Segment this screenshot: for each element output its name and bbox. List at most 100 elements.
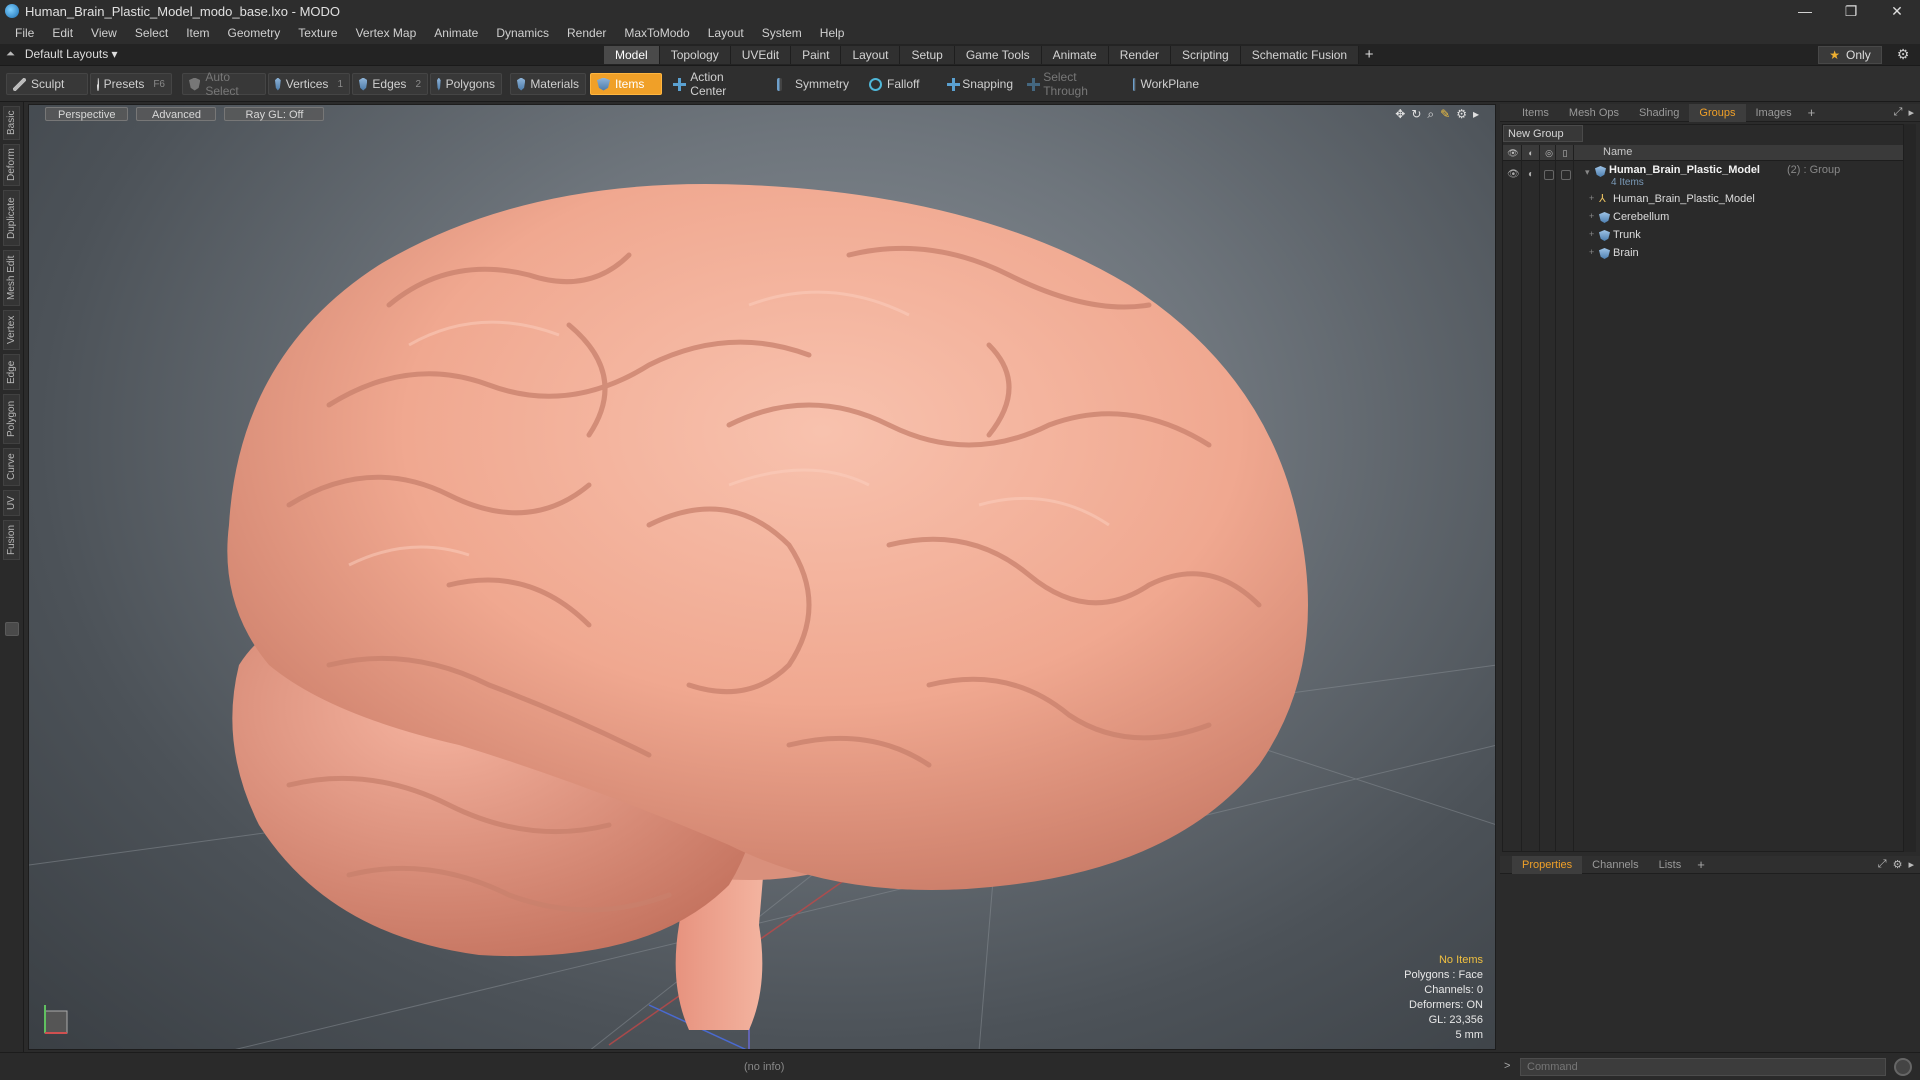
- list-item[interactable]: + Brain: [1503, 245, 1903, 263]
- items-button[interactable]: Items: [590, 73, 662, 95]
- group-row[interactable]: 👁 ◐ ▾ Human_Brain_Plastic_Model (2) : Gr…: [1503, 163, 1903, 189]
- tab-mesh-ops[interactable]: Mesh Ops: [1559, 104, 1629, 122]
- tab-paint[interactable]: Paint: [791, 46, 842, 64]
- tab-polygon[interactable]: Polygon: [3, 394, 20, 444]
- groups-scrollbar[interactable]: [1904, 124, 1916, 852]
- edges-button[interactable]: Edges 2: [352, 73, 428, 95]
- falloff-button[interactable]: Falloff: [862, 73, 938, 95]
- menu-system[interactable]: System: [753, 26, 811, 40]
- add-panel-tab-button[interactable]: +: [1802, 104, 1822, 122]
- panel-toggle-button[interactable]: [5, 622, 19, 636]
- raygl-toggle[interactable]: Ray GL: Off: [224, 107, 325, 121]
- pan-icon[interactable]: ✥: [1395, 107, 1405, 122]
- menu-maxtomodo[interactable]: MaxToModo: [615, 26, 698, 40]
- tab-model[interactable]: Model: [604, 46, 660, 64]
- list-item[interactable]: + Cerebellum: [1503, 209, 1903, 227]
- menu-vertex-map[interactable]: Vertex Map: [347, 26, 426, 40]
- menu-file[interactable]: File: [6, 26, 43, 40]
- visibility-eye-icon[interactable]: 👁: [1507, 147, 1519, 159]
- menu-select[interactable]: Select: [126, 26, 177, 40]
- close-button[interactable]: ✕: [1874, 0, 1920, 22]
- tab-render[interactable]: Render: [1108, 46, 1172, 64]
- polygons-button[interactable]: Polygons: [430, 73, 502, 95]
- tab-groups[interactable]: Groups: [1689, 103, 1746, 122]
- tab-deform[interactable]: Deform: [3, 144, 20, 186]
- group-lock-box[interactable]: [1544, 170, 1554, 180]
- restore-button[interactable]: ❐: [1828, 0, 1874, 22]
- tab-items[interactable]: Items: [1512, 104, 1559, 122]
- shading-mode-dropdown[interactable]: Advanced: [136, 107, 217, 121]
- minimize-button[interactable]: —: [1782, 0, 1828, 22]
- menu-texture[interactable]: Texture: [289, 26, 346, 40]
- add-bottom-tab-button[interactable]: +: [1691, 856, 1711, 874]
- menu-help[interactable]: Help: [811, 26, 854, 40]
- auto-select-button[interactable]: Auto Select: [182, 70, 266, 98]
- new-group-button[interactable]: New Group: [1503, 125, 1583, 142]
- rotate-icon[interactable]: ↻: [1411, 107, 1421, 122]
- action-center-button[interactable]: Action Center: [666, 70, 766, 98]
- tab-setup[interactable]: Setup: [900, 46, 955, 64]
- render-icon[interactable]: ◐: [1525, 147, 1537, 159]
- maximize-bottom-panel-icon[interactable]: ⤢: [1878, 858, 1887, 871]
- materials-button[interactable]: Materials: [510, 73, 586, 95]
- tab-animate[interactable]: Animate: [1041, 46, 1109, 64]
- workplane-button[interactable]: WorkPlane: [1126, 73, 1206, 95]
- tab-lists[interactable]: Lists: [1649, 856, 1692, 874]
- tab-channels[interactable]: Channels: [1582, 856, 1648, 874]
- select-icon[interactable]: ▯: [1559, 147, 1571, 159]
- presets-button[interactable]: Presets F6: [90, 73, 172, 95]
- snapping-button[interactable]: Snapping: [940, 73, 1020, 95]
- maximize-panel-icon[interactable]: ⤢: [1894, 106, 1903, 119]
- tab-layout[interactable]: Layout: [841, 46, 901, 64]
- menu-animate[interactable]: Animate: [425, 26, 487, 40]
- command-input[interactable]: [1520, 1058, 1886, 1076]
- tab-duplicate[interactable]: Duplicate: [3, 190, 20, 246]
- tab-uv[interactable]: UV: [3, 490, 20, 516]
- collapse-arrow-icon[interactable]: ⏶: [6, 48, 15, 61]
- menu-view[interactable]: View: [82, 26, 126, 40]
- panel-menu-arrow-icon[interactable]: ▸: [1908, 106, 1914, 119]
- tab-topology[interactable]: Topology: [659, 46, 731, 64]
- group-expand-icon[interactable]: ▾: [1585, 167, 1593, 178]
- select-through-button[interactable]: Select Through: [1020, 70, 1120, 98]
- view-mode-dropdown[interactable]: Perspective: [45, 107, 129, 121]
- bottom-settings-icon[interactable]: ⚙: [1893, 858, 1903, 871]
- zoom-icon[interactable]: ⌕: [1427, 107, 1434, 122]
- group-select-box[interactable]: [1561, 170, 1571, 180]
- viewport-settings-icon[interactable]: ⚙: [1456, 107, 1467, 122]
- tab-fusion[interactable]: Fusion: [3, 520, 20, 560]
- tab-edge[interactable]: Edge: [3, 354, 20, 390]
- bottom-panel-arrow-icon[interactable]: ▸: [1908, 858, 1914, 871]
- expand-icon[interactable]: +: [1589, 247, 1597, 257]
- list-item[interactable]: + ⅄ Human_Brain_Plastic_Model: [1503, 191, 1903, 209]
- layout-selector[interactable]: Default Layouts ▾: [25, 47, 118, 61]
- 3d-viewport[interactable]: Perspective Advanced Ray GL: Off ✥ ↻ ⌕ ✎…: [28, 104, 1496, 1050]
- tab-mesh-edit[interactable]: Mesh Edit: [3, 250, 20, 306]
- tab-game-tools[interactable]: Game Tools: [954, 46, 1042, 64]
- vertices-button[interactable]: Vertices 1: [268, 73, 350, 95]
- tab-shading[interactable]: Shading: [1629, 104, 1689, 122]
- expand-icon[interactable]: +: [1589, 193, 1597, 203]
- lock-icon[interactable]: ◎: [1543, 147, 1555, 159]
- menu-dynamics[interactable]: Dynamics: [487, 26, 558, 40]
- tab-curve[interactable]: Curve: [3, 448, 20, 486]
- tab-scripting[interactable]: Scripting: [1171, 46, 1241, 64]
- menu-layout[interactable]: Layout: [699, 26, 753, 40]
- group-visibility-eye-icon[interactable]: 👁: [1507, 169, 1520, 181]
- tab-schematic-fusion[interactable]: Schematic Fusion: [1240, 46, 1360, 64]
- expand-arrow-icon[interactable]: ▸: [1473, 107, 1479, 122]
- menu-edit[interactable]: Edit: [43, 26, 82, 40]
- symmetry-button[interactable]: Symmetry: [770, 73, 856, 95]
- menu-render[interactable]: Render: [558, 26, 615, 40]
- tab-uvedit[interactable]: UVEdit: [730, 46, 792, 64]
- group-render-icon[interactable]: ◐: [1525, 169, 1537, 181]
- only-button[interactable]: ★ Only: [1818, 46, 1882, 64]
- tab-vertex[interactable]: Vertex: [3, 310, 20, 350]
- tab-images[interactable]: Images: [1746, 104, 1802, 122]
- expand-icon[interactable]: +: [1589, 211, 1597, 221]
- add-layout-tab-button[interactable]: +: [1359, 46, 1379, 64]
- brush-tool-icon[interactable]: ✎: [1440, 107, 1450, 122]
- tab-properties[interactable]: Properties: [1512, 855, 1583, 874]
- command-history-button[interactable]: [1894, 1058, 1912, 1076]
- menu-geometry[interactable]: Geometry: [219, 26, 290, 40]
